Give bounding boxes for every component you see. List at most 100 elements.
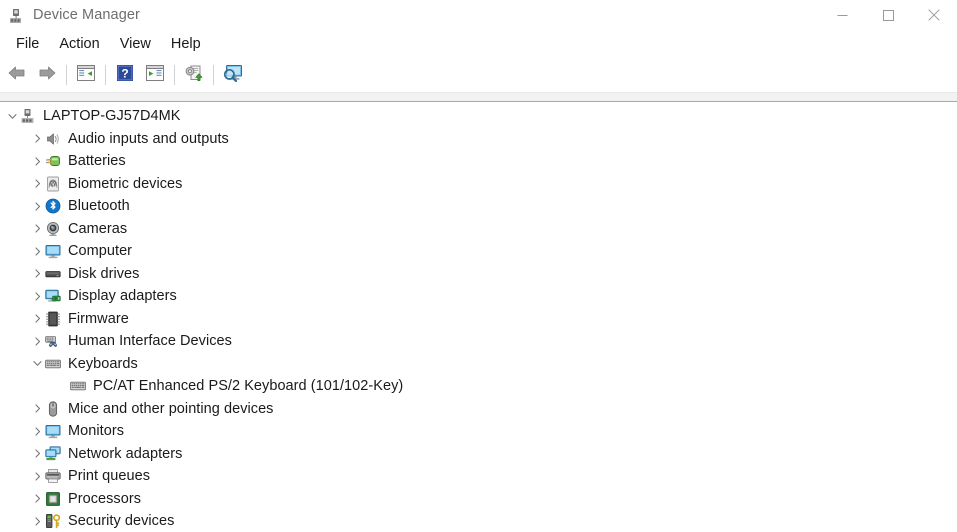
chevron-right-icon[interactable] [29,308,45,330]
network-adapter-icon [45,446,61,462]
menu-item-view[interactable]: View [110,34,161,54]
chevron-right-icon[interactable] [29,128,45,150]
tree-label: Display adapters [68,288,177,305]
tree-row-pc-at-enhanced-keyboard[interactable]: PC/AT Enhanced PS/2 Keyboard (101/102-Ke… [0,375,957,398]
chevron-right-icon[interactable] [29,330,45,352]
tree-row-print-queues[interactable]: Print queues [0,465,957,488]
tree-row-batteries[interactable]: Batteries [0,150,957,173]
tree-label: Keyboards [68,355,138,372]
tree-label: Bluetooth [68,198,130,215]
camera-icon [45,221,61,237]
forward-button[interactable] [32,61,62,89]
menu-bar: File Action View Help [0,30,957,58]
chevron-right-icon[interactable] [29,240,45,262]
monitor-icon [45,243,61,259]
tree-row-bluetooth[interactable]: Bluetooth [0,195,957,218]
update-driver-button[interactable] [179,61,209,89]
chevron-right-icon[interactable] [29,443,45,465]
properties-button[interactable] [140,61,170,89]
toolbar-separator-3 [174,65,175,85]
tree-label: Audio inputs and outputs [68,130,229,147]
tree-row-root[interactable]: LAPTOP-GJ57D4MK [0,105,957,128]
tree-label: Computer [68,243,133,260]
tree-row-security-devices[interactable]: Security devices [0,510,957,532]
back-button[interactable] [2,61,32,89]
tree-label: LAPTOP-GJ57D4MK [43,108,181,125]
fingerprint-icon [45,176,61,192]
mouse-icon [45,401,61,417]
show-hide-console-tree-button[interactable] [71,61,101,89]
forward-arrow-icon [37,64,57,87]
close-button[interactable] [911,0,957,30]
keyboard-icon [70,378,86,394]
monitor-icon [45,423,61,439]
tree-row-keyboards[interactable]: Keyboards [0,353,957,376]
hid-icon [45,333,61,349]
tree-label: Monitors [68,423,124,440]
device-manager-icon [9,8,25,24]
toolbar-separator-1 [66,65,67,85]
tree-row-processors[interactable]: Processors [0,488,957,511]
tree-row-monitors[interactable]: Monitors [0,420,957,443]
help-button[interactable]: ? [110,61,140,89]
device-tree[interactable]: LAPTOP-GJ57D4MK Audio inputs and outputs [0,102,957,532]
toolbar: ? [0,58,957,93]
help-question-icon: ? [116,64,134,87]
chevron-right-icon[interactable] [29,173,45,195]
chevron-right-icon[interactable] [29,465,45,487]
title-bar: Device Manager [0,0,957,30]
tree-row-network-adapters[interactable]: Network adapters [0,443,957,466]
bluetooth-icon [45,198,61,214]
display-adapter-icon [45,288,61,304]
tree-row-computer[interactable]: Computer [0,240,957,263]
toolbar-separator-4 [213,65,214,85]
tree-label: Processors [68,490,142,507]
chevron-right-icon[interactable] [29,488,45,510]
tree-label: Cameras [68,220,128,237]
chevron-right-icon[interactable] [29,420,45,442]
tree-label: Human Interface Devices [68,333,232,350]
chevron-right-icon[interactable] [29,510,45,532]
chevron-down-icon[interactable] [29,353,45,375]
chevron-right-icon[interactable] [29,398,45,420]
tree-row-mice-and-other-pointing-devices[interactable]: Mice and other pointing devices [0,398,957,421]
tree-row-audio-inputs-and-outputs[interactable]: Audio inputs and outputs [0,128,957,151]
tree-row-biometric-devices[interactable]: Biometric devices [0,173,957,196]
tree-label: Disk drives [68,265,140,282]
maximize-button[interactable] [865,0,911,30]
battery-icon [45,153,61,169]
tree-row-disk-drives[interactable]: Disk drives [0,263,957,286]
scan-for-hardware-changes-button[interactable] [218,61,248,89]
chevron-right-icon[interactable] [29,263,45,285]
minimize-button[interactable] [819,0,865,30]
chevron-right-icon[interactable] [29,218,45,240]
printer-icon [45,468,61,484]
scan-hardware-icon [222,64,244,87]
disk-drive-icon [45,266,61,282]
chevron-right-icon[interactable] [29,150,45,172]
window-controls [819,0,957,30]
menu-item-help[interactable]: Help [161,34,211,54]
toolbar-content-separator [0,93,957,102]
processor-icon [45,491,61,507]
tree-row-human-interface-devices[interactable]: Human Interface Devices [0,330,957,353]
update-driver-icon [184,64,204,87]
menu-item-action[interactable]: Action [49,34,109,54]
tree-label: Mice and other pointing devices [68,400,274,417]
computer-root-icon [20,108,36,124]
toolbar-separator-2 [105,65,106,85]
window-title: Device Manager [33,7,140,23]
menu-item-file[interactable]: File [6,34,49,54]
tree-label: Biometric devices [68,175,183,192]
tree-row-firmware[interactable]: Firmware [0,308,957,331]
chevron-right-icon[interactable] [29,285,45,307]
properties-icon [145,64,165,87]
tree-label: Batteries [68,153,126,170]
chevron-right-icon[interactable] [29,195,45,217]
speaker-icon [45,131,61,147]
back-arrow-icon [7,64,27,87]
chip-icon [45,311,61,327]
tree-row-display-adapters[interactable]: Display adapters [0,285,957,308]
tree-row-cameras[interactable]: Cameras [0,218,957,241]
chevron-down-icon[interactable] [4,105,20,127]
